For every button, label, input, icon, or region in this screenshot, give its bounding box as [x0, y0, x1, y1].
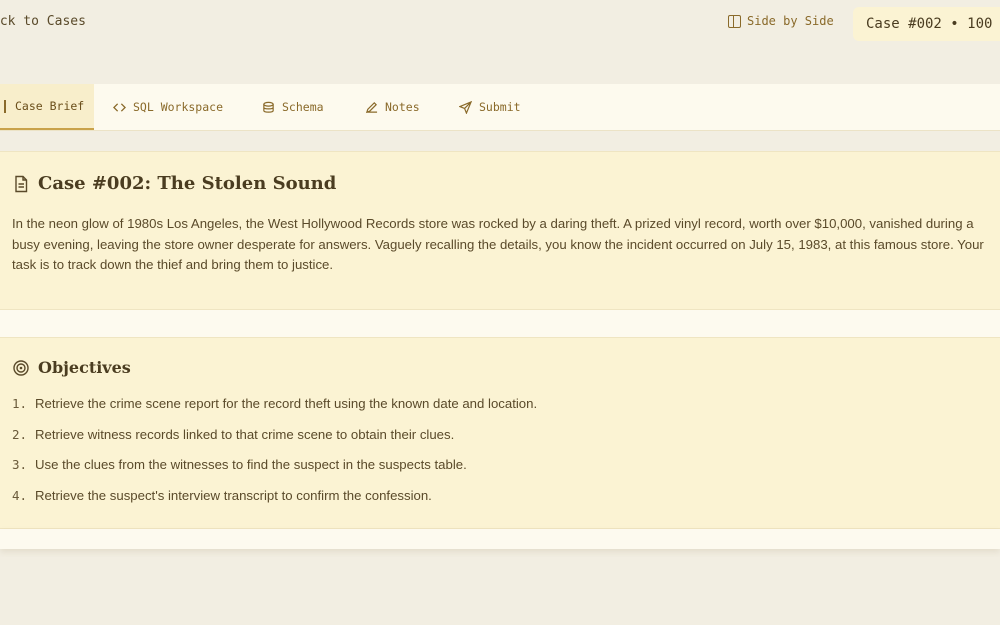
brief-heading: Case #002: The Stolen Sound: [12, 173, 336, 194]
page: ack to Cases Side by Side Case #002 • 10…: [0, 0, 1000, 625]
item-number: 3.: [12, 457, 28, 472]
tab-label: Notes: [385, 100, 420, 114]
back-to-cases-link[interactable]: ack to Cases: [0, 14, 86, 29]
tab-submit[interactable]: Submit: [459, 84, 521, 130]
pencil-icon: [365, 101, 378, 113]
item-text: Use the clues from the witnesses to find…: [35, 457, 467, 472]
top-bar: ack to Cases Side by Side Case #002 • 10…: [0, 0, 1000, 50]
objectives-list: 1. Retrieve the crime scene report for th…: [12, 396, 537, 518]
tab-label: SQL Workspace: [133, 100, 224, 114]
list-item: 1. Retrieve the crime scene report for th…: [12, 396, 537, 427]
brief-description: In the neon glow of 1980s Los Angeles, t…: [12, 216, 984, 272]
item-number: 1.: [12, 396, 28, 411]
list-item: 3. Use the clues from the witnesses to fi…: [12, 457, 537, 488]
tab-label: Submit: [479, 100, 521, 114]
item-text: Retrieve witness records linked to that …: [35, 426, 455, 442]
list-item: 2. Retrieve witness records linked to tha…: [12, 427, 537, 458]
document-icon: [4, 99, 6, 113]
columns-icon: [728, 14, 741, 28]
item-text: Retrieve the suspect's interview transcr…: [35, 487, 432, 503]
code-icon: [113, 102, 126, 112]
divider: [0, 310, 1000, 337]
list-item: 4. Retrieve the suspect's interview trans…: [12, 488, 537, 519]
tab-bar: Case Brief SQL Workspace Schema Notes Su…: [0, 84, 1000, 131]
tab-schema[interactable]: Schema: [262, 84, 324, 130]
brief-title: Case #002: The Stolen Sound: [38, 173, 337, 194]
database-icon: [263, 101, 274, 113]
tab-sql-workspace[interactable]: SQL Workspace: [113, 84, 223, 130]
tab-case-brief[interactable]: Case Brief: [0, 84, 94, 130]
item-number: 4.: [12, 487, 28, 503]
side-by-side-button[interactable]: Side by Side: [728, 14, 834, 28]
tab-notes[interactable]: Notes: [365, 84, 420, 130]
target-icon: [13, 359, 29, 376]
item-text: Retrieve the crime scene report for the …: [35, 396, 538, 411]
tab-label: Case Brief: [15, 99, 85, 113]
case-brief-card: Case #002: The Stolen Sound In the neon …: [0, 151, 1000, 310]
document-icon: [15, 175, 28, 192]
case-badge: Case #002 • 100: [853, 7, 1000, 41]
item-number: 2.: [12, 426, 28, 442]
back-label: ack to Cases: [0, 14, 86, 29]
objectives-card: Objectives 1. Retrieve the crime scene re…: [0, 337, 1000, 529]
card-footer-strip: [0, 529, 1000, 549]
send-icon: [459, 100, 472, 114]
objectives-title: Objectives: [38, 358, 131, 377]
objectives-heading: Objectives: [12, 358, 131, 377]
tab-label: Schema: [282, 100, 324, 114]
side-by-side-label: Side by Side: [747, 14, 834, 28]
